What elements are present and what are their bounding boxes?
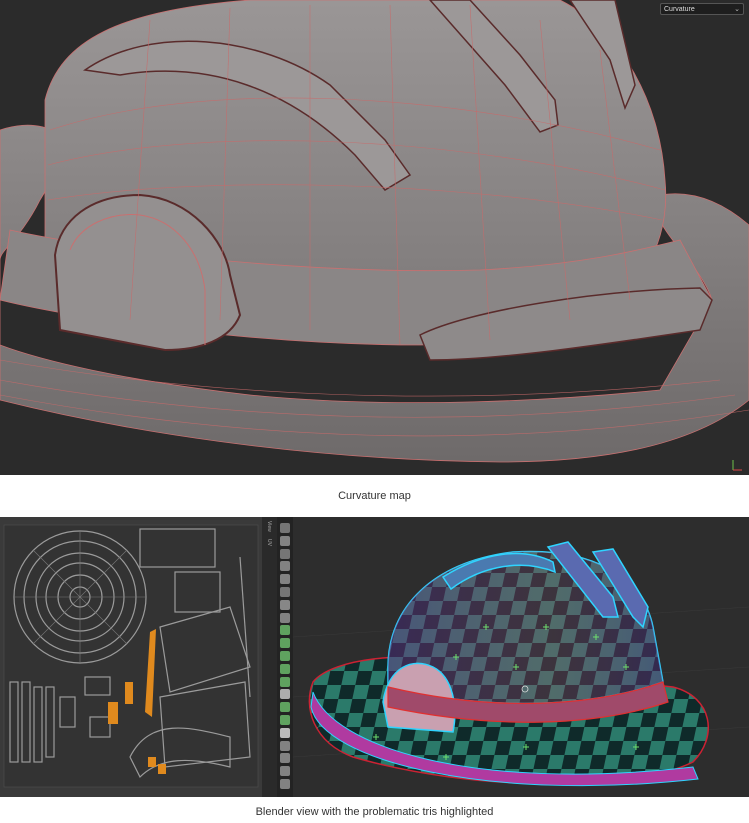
tool-inset-icon[interactable] [280, 651, 290, 661]
tool-measure-icon[interactable] [280, 612, 290, 623]
tool-scale-icon[interactable] [280, 574, 290, 585]
tool-extrude-icon[interactable] [280, 638, 290, 649]
uv-tab-uv[interactable]: UV [262, 539, 272, 546]
hard-hat-curvature-render [0, 0, 749, 471]
blender-view[interactable]: View UV [0, 517, 749, 797]
tool-smooth-icon[interactable] [280, 727, 290, 738]
tool-knife-icon[interactable] [280, 689, 290, 700]
axis-gizmo [732, 460, 742, 471]
tool-rotate-icon[interactable] [280, 561, 290, 572]
uv-tab-view[interactable]: View [262, 521, 272, 532]
tool-shrink-fatten-icon[interactable] [280, 753, 290, 764]
tool-spin-icon[interactable] [280, 715, 290, 725]
top-caption: Curvature map [338, 490, 411, 502]
curvature-viewport[interactable]: Curvature ⌄ [0, 0, 749, 475]
tool-annotate-icon[interactable] [280, 599, 290, 610]
tool-poly-build-icon[interactable] [280, 702, 290, 713]
tool-move-icon[interactable] [280, 548, 290, 559]
tool-shelf [277, 517, 293, 797]
tool-transform-icon[interactable] [280, 587, 290, 597]
view-mode-label: Curvature [664, 5, 695, 13]
tool-bevel-icon[interactable] [280, 663, 290, 674]
tool-select-icon[interactable] [280, 535, 290, 546]
view-mode-dropdown[interactable]: Curvature ⌄ [660, 3, 744, 15]
uv-editor[interactable] [0, 517, 262, 797]
tool-edge-slide-icon[interactable] [280, 740, 290, 751]
tool-add-cube-icon[interactable] [280, 625, 290, 636]
3d-viewport[interactable] [293, 517, 749, 797]
tool-shear-icon[interactable] [280, 766, 290, 777]
tool-loop-cut-icon[interactable] [280, 676, 290, 687]
tool-cursor-icon[interactable] [280, 523, 290, 533]
chevron-down-icon: ⌄ [734, 6, 740, 13]
tool-rip-region-icon[interactable] [280, 779, 290, 789]
bottom-caption: Blender view with the problematic tris h… [255, 805, 494, 818]
